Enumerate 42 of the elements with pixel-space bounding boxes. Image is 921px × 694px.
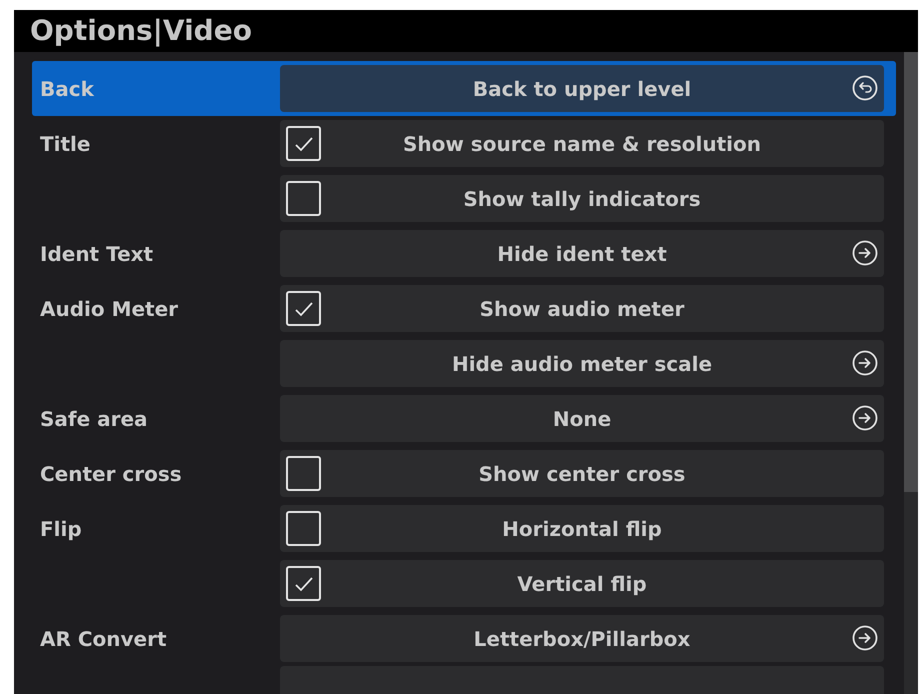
option-button[interactable]: Show tally indicators <box>280 175 884 222</box>
option-button[interactable]: Letterbox/Pillarbox <box>280 615 884 662</box>
check-icon <box>292 300 314 318</box>
row-label: Flip <box>40 516 82 542</box>
menu-row[interactable]: Vertical flip <box>32 556 896 611</box>
check-icon <box>292 134 314 152</box>
row-label: AR Convert <box>40 626 167 652</box>
row-label: Title <box>40 130 90 158</box>
menu-row[interactable]: Title Show source name & resolution <box>32 116 896 171</box>
option-button[interactable]: None <box>280 395 884 442</box>
menu-row[interactable]: AR Convert Letterbox/Pillarbox <box>32 611 896 666</box>
menu-row[interactable]: Safe area None <box>32 391 896 446</box>
checkbox[interactable] <box>286 511 321 546</box>
menu-row[interactable]: Hide audio meter scale <box>32 336 896 391</box>
row-label: Back <box>40 76 94 102</box>
option-button[interactable]: Show source name & resolution <box>280 120 884 167</box>
option-button[interactable]: Hide ident text <box>280 230 884 277</box>
row-label: Ident Text <box>40 240 154 268</box>
checkbox[interactable] <box>286 566 321 601</box>
checkbox[interactable] <box>286 291 321 326</box>
option-button[interactable]: Vertical flip <box>280 560 884 607</box>
menu-row[interactable]: Audio Meter Show audio meter <box>32 281 896 336</box>
option-button[interactable]: Horizontal flip <box>280 505 884 552</box>
menu-row[interactable]: Show tally indicators <box>32 171 896 226</box>
row-label: Center cross <box>40 460 182 488</box>
option-button[interactable]: Back to upper level <box>280 65 884 112</box>
option-button[interactable]: Show center cross <box>280 450 884 497</box>
window-title: Options|Video <box>30 13 252 49</box>
check-icon <box>292 574 314 592</box>
checkbox[interactable] <box>286 126 321 161</box>
menu-row[interactable]: Flip Horizontal flip <box>32 501 896 556</box>
menu-row[interactable]: Center cross Show center cross <box>32 446 896 501</box>
checkbox[interactable] <box>286 181 321 216</box>
row-label: Safe area <box>40 406 148 432</box>
scrollbar-thumb[interactable] <box>904 52 918 492</box>
row-label: Audio Meter <box>40 296 178 322</box>
option-button[interactable]: Show audio meter <box>280 285 884 332</box>
scrollbar[interactable] <box>904 52 918 694</box>
option-button[interactable]: Hide audio meter scale <box>280 340 884 387</box>
menu-row[interactable]: Ident Text Hide ident text <box>32 226 896 281</box>
menu-row[interactable]: Back Back to upper level <box>32 61 896 116</box>
checkbox[interactable] <box>286 456 321 491</box>
